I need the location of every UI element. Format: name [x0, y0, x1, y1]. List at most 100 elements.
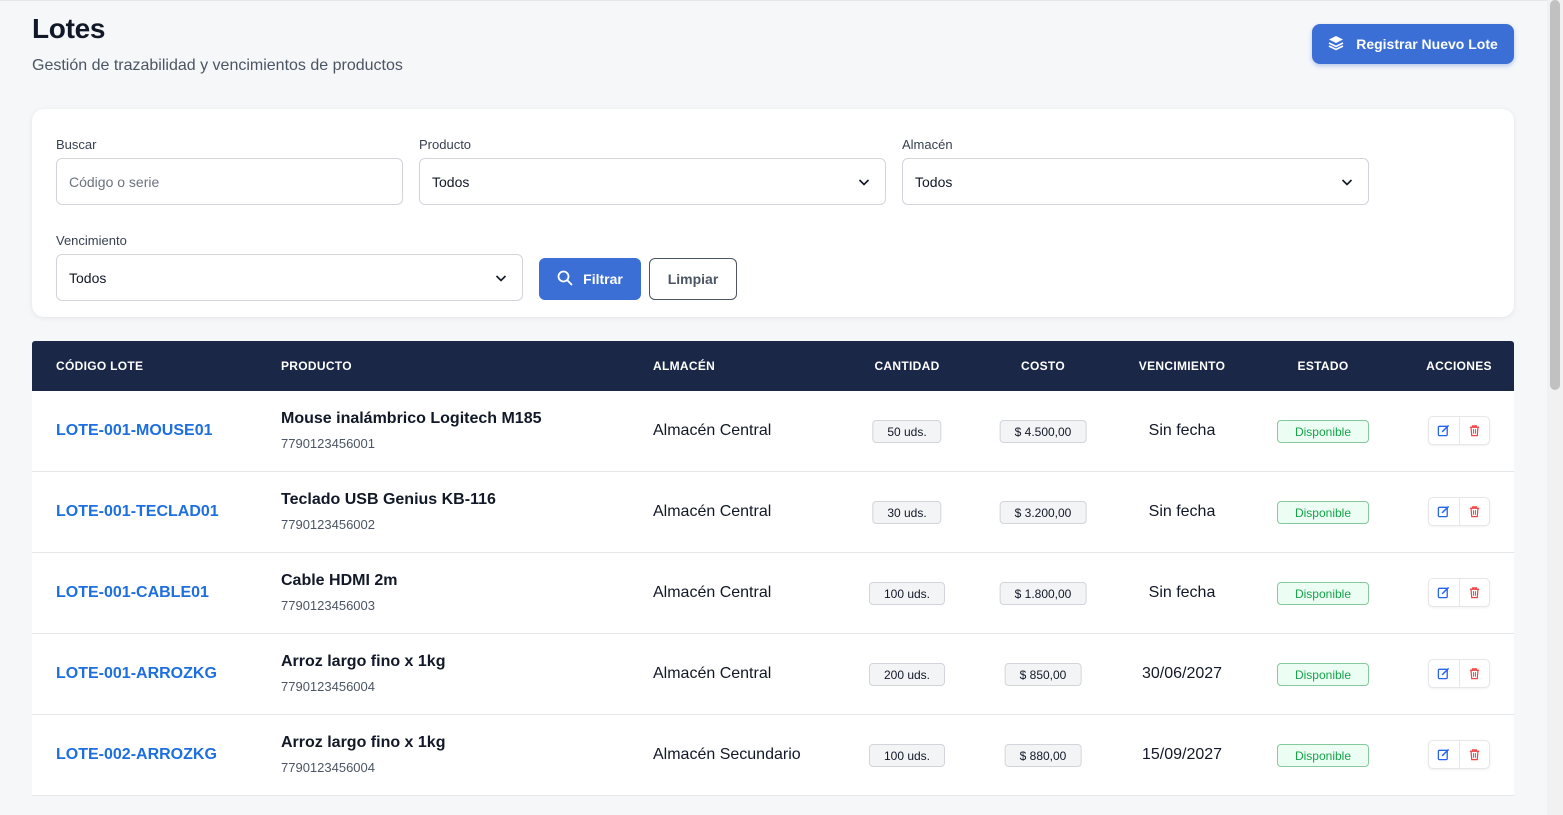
- edit-button[interactable]: [1429, 741, 1459, 768]
- search-placeholder: Código o serie: [69, 173, 160, 190]
- trash-icon: [1469, 506, 1479, 518]
- edit-button[interactable]: [1429, 498, 1459, 525]
- lot-code-link[interactable]: LOTE-001-MOUSE01: [56, 422, 212, 440]
- product-barcode: 7790123456002: [281, 517, 375, 532]
- product-barcode: 7790123456004: [281, 679, 375, 694]
- warehouse-name: Almacén Central: [653, 503, 772, 520]
- lot-code-link[interactable]: LOTE-001-ARROZKG: [56, 665, 217, 683]
- edit-icon: [1437, 586, 1450, 599]
- lots-table: CÓDIGO LOTE PRODUCTO ALMACÉN CANTIDAD CO…: [32, 341, 1514, 796]
- row-actions: [1428, 740, 1490, 769]
- edit-button[interactable]: [1429, 579, 1459, 606]
- warehouse-select[interactable]: Todos: [902, 158, 1369, 205]
- delete-button[interactable]: [1458, 579, 1490, 606]
- quantity-pill: 100 uds.: [868, 582, 946, 605]
- edit-button[interactable]: [1429, 417, 1459, 444]
- search-icon: [557, 270, 573, 289]
- column-header-actions: ACCIONES: [1426, 359, 1492, 373]
- edit-button[interactable]: [1429, 660, 1459, 687]
- clear-button[interactable]: Limpiar: [649, 258, 737, 300]
- column-header-quantity: CANTIDAD: [874, 359, 940, 373]
- warehouse-name: Almacén Central: [653, 584, 772, 601]
- expiry-label: Vencimiento: [56, 233, 127, 248]
- lot-code-link[interactable]: LOTE-001-TECLAD01: [56, 503, 219, 521]
- column-header-product: PRODUCTO: [281, 359, 352, 373]
- product-name: Mouse inalámbrico Logitech M185: [281, 410, 542, 427]
- warehouse-select-value: Todos: [915, 173, 953, 190]
- cost-pill: $ 1.800,00: [999, 582, 1087, 605]
- row-actions: [1428, 416, 1490, 445]
- chevron-down-icon: [495, 275, 507, 282]
- trash-icon: [1469, 668, 1479, 680]
- page-title: Lotes: [32, 13, 106, 44]
- scrollbar-track[interactable]: [1547, 0, 1563, 815]
- column-header-warehouse: ALMACÉN: [653, 359, 716, 373]
- table-row: LOTE-001-MOUSE01 Mouse inalámbrico Logit…: [32, 391, 1514, 472]
- expiry-date: Sin fecha: [1148, 584, 1216, 601]
- status-badge: Disponible: [1277, 744, 1369, 767]
- status-badge: Disponible: [1277, 501, 1369, 524]
- quantity-pill: 200 uds.: [868, 663, 946, 686]
- trash-icon: [1469, 425, 1479, 437]
- column-header-code: CÓDIGO LOTE: [56, 359, 144, 373]
- trash-icon: [1469, 749, 1479, 761]
- expiry-select-value: Todos: [69, 269, 107, 286]
- product-name: Teclado USB Genius KB-116: [281, 491, 496, 508]
- product-name: Arroz largo fino x 1kg: [281, 653, 446, 670]
- edit-icon: [1437, 748, 1450, 761]
- table-header: CÓDIGO LOTE PRODUCTO ALMACÉN CANTIDAD CO…: [32, 341, 1514, 391]
- warehouse-label: Almacén: [902, 137, 953, 152]
- warehouse-name: Almacén Central: [653, 665, 772, 682]
- chevron-down-icon: [1341, 179, 1353, 186]
- register-new-lot-label: Registrar Nuevo Lote: [1356, 36, 1498, 52]
- status-badge: Disponible: [1277, 582, 1369, 605]
- top-border: [0, 0, 1547, 1]
- filter-button-label: Filtrar: [583, 271, 623, 287]
- trash-icon: [1469, 587, 1479, 599]
- scrollbar-thumb[interactable]: [1550, 0, 1560, 390]
- clear-button-label: Limpiar: [667, 271, 719, 287]
- delete-button[interactable]: [1458, 741, 1490, 768]
- expiry-date: 30/06/2027: [1141, 665, 1223, 682]
- column-header-status: ESTADO: [1297, 359, 1349, 373]
- row-actions: [1428, 578, 1490, 607]
- status-badge: Disponible: [1277, 663, 1369, 686]
- product-barcode: 7790123456003: [281, 598, 375, 613]
- cost-pill: $ 880,00: [1004, 744, 1082, 767]
- product-select[interactable]: Todos: [419, 158, 886, 205]
- product-barcode: 7790123456004: [281, 760, 375, 775]
- table-row: LOTE-001-CABLE01 Cable HDMI 2m 779012345…: [32, 553, 1514, 634]
- product-barcode: 7790123456001: [281, 436, 375, 451]
- delete-button[interactable]: [1458, 498, 1490, 525]
- edit-icon: [1437, 424, 1450, 437]
- filter-button[interactable]: Filtrar: [539, 258, 641, 300]
- edit-icon: [1437, 505, 1450, 518]
- row-actions: [1428, 497, 1490, 526]
- product-select-value: Todos: [432, 173, 470, 190]
- layers-icon: [1328, 35, 1344, 54]
- delete-button[interactable]: [1458, 417, 1490, 444]
- lot-code-link[interactable]: LOTE-002-ARROZKG: [56, 746, 217, 764]
- register-new-lot-button[interactable]: Registrar Nuevo Lote: [1312, 24, 1514, 64]
- expiry-date: Sin fecha: [1148, 503, 1216, 520]
- expiry-date: Sin fecha: [1148, 422, 1216, 439]
- quantity-pill: 50 uds.: [872, 420, 942, 443]
- expiry-date: 15/09/2027: [1141, 746, 1223, 763]
- quantity-pill: 100 uds.: [868, 744, 946, 767]
- quantity-pill: 30 uds.: [872, 501, 942, 524]
- product-label: Producto: [419, 137, 472, 152]
- filter-panel: Buscar Código o serie Producto Todos Alm…: [32, 109, 1514, 317]
- product-name: Cable HDMI 2m: [281, 572, 398, 589]
- search-input[interactable]: Código o serie: [56, 158, 403, 205]
- search-label: Buscar: [56, 137, 97, 152]
- expiry-select[interactable]: Todos: [56, 254, 523, 301]
- lot-code-link[interactable]: LOTE-001-CABLE01: [56, 584, 209, 602]
- delete-button[interactable]: [1458, 660, 1490, 687]
- cost-pill: $ 850,00: [1004, 663, 1082, 686]
- table-row: LOTE-001-ARROZKG Arroz largo fino x 1kg …: [32, 634, 1514, 715]
- page-subtitle: Gestión de trazabilidad y vencimientos d…: [32, 57, 403, 74]
- edit-icon: [1437, 667, 1450, 680]
- status-badge: Disponible: [1277, 420, 1369, 443]
- column-header-expiry: VENCIMIENTO: [1138, 359, 1226, 373]
- table-row: LOTE-001-TECLAD01 Teclado USB Genius KB-…: [32, 472, 1514, 553]
